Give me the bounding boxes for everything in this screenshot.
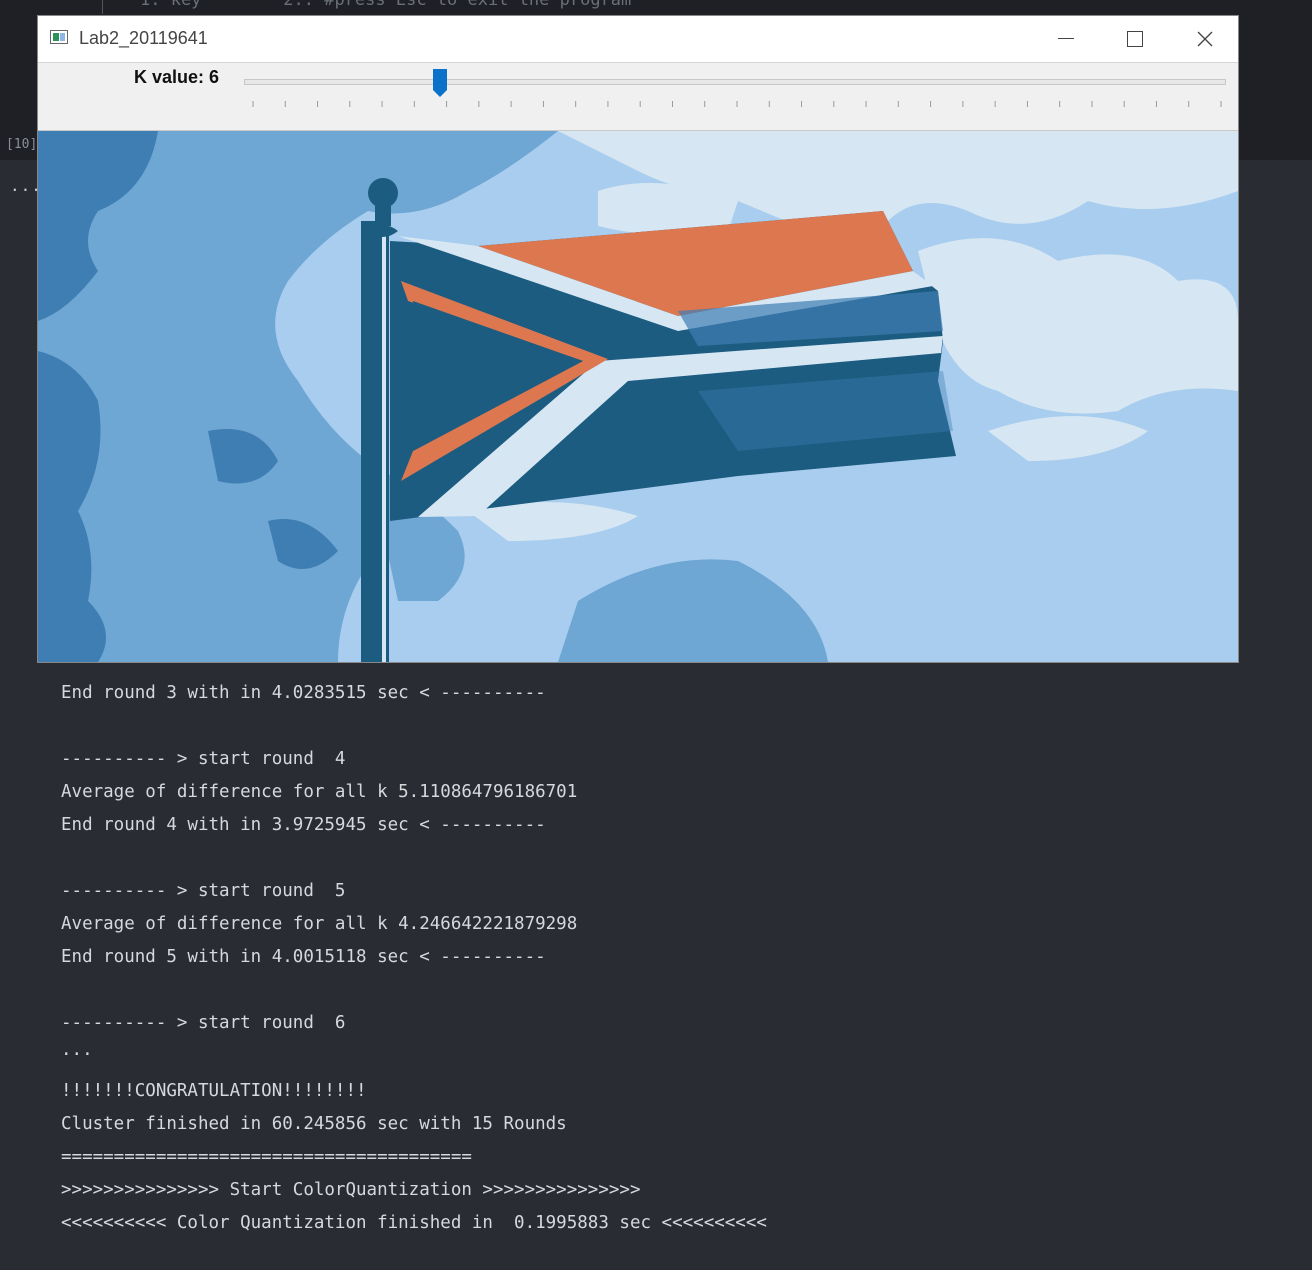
log-line: ======================================= [61,1147,472,1167]
k-slider-track[interactable] [244,79,1226,85]
log-line: ... [61,1040,93,1060]
window-title-bar[interactable]: Lab2_20119641 [38,16,1238,63]
minimize-icon [1058,38,1074,39]
log-line: End round 4 with in 3.9725945 sec < ----… [61,815,546,835]
log-line: !!!!!!!CONGRATULATION!!!!!!!! [61,1081,367,1101]
close-button[interactable] [1170,16,1240,61]
cell-gutter-line [102,0,103,14]
log-line: End round 5 with in 4.0015118 sec < ----… [61,947,546,967]
log-line: <<<<<<<<<< Color Quantization finished i… [61,1213,767,1233]
maximize-icon [1127,30,1143,47]
log-line: Cluster finished in 60.245856 sec with 1… [61,1114,567,1134]
k-value-label: K value: 6 [134,67,220,87]
log-line: ---------- > start round 4 [61,749,346,769]
log-line: Average of difference for all k 5.110864… [61,782,578,802]
opencv-window: Lab2_20119641 K value: 6 [37,15,1239,663]
log-line: >>>>>>>>>>>>>>> Start ColorQuantization … [61,1180,641,1200]
quantized-image [38,131,1238,662]
app-icon [50,30,68,44]
close-icon [1197,31,1213,46]
log-line: ---------- > start round 5 [61,881,346,901]
trackbar-panel: K value: 6 [38,63,1238,131]
window-title: Lab2_20119641 [79,28,208,48]
background-code-line: 1. key 2.. #press Esc to exit the progra… [140,0,632,10]
log-line: Average of difference for all k 4.246642… [61,914,578,934]
flag-image [38,131,1238,662]
log-line: ---------- > start round 6 [61,1013,346,1033]
minimize-button[interactable] [1031,16,1101,61]
log-line: End round 3 with in 4.0283515 sec < ----… [61,683,546,703]
execution-count: [10] [6,137,38,152]
k-slider-ticks [252,101,1222,107]
k-slider-thumb[interactable] [432,68,448,98]
maximize-button[interactable] [1100,16,1170,61]
